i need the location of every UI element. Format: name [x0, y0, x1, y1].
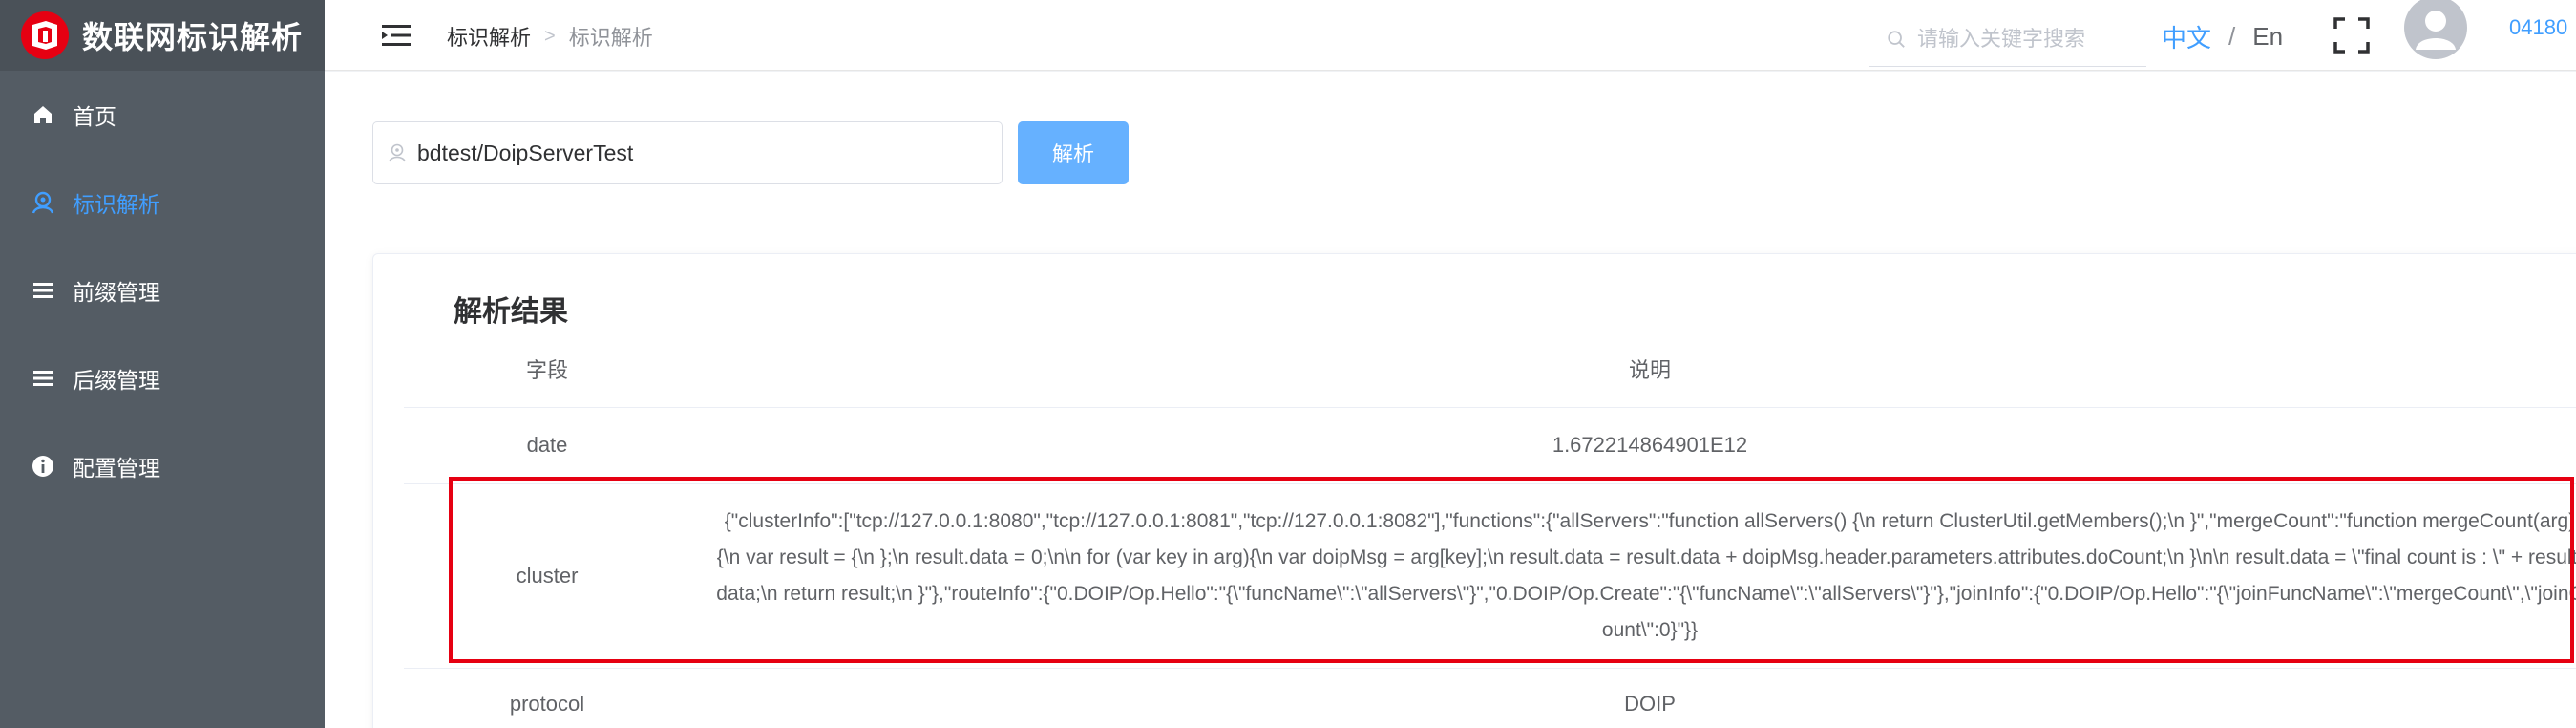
resolve-button[interactable]: 解析 [1018, 121, 1129, 184]
sidebar-item-identifier-resolution[interactable]: 标识解析 [0, 159, 325, 246]
menu-toggle-icon[interactable] [382, 23, 411, 48]
lang-english-option[interactable]: En [2252, 22, 2283, 52]
breadcrumb: 标识解析 > 标识解析 [447, 21, 653, 52]
identifier-icon [389, 143, 406, 162]
lang-chinese-option[interactable]: 中文 [2162, 19, 2211, 54]
result-table: 字段 说明 date 1.672214864901E12 cluster {"c… [404, 331, 2576, 728]
app-logo[interactable]: 数联网标识解析 [0, 0, 325, 71]
list-icon [31, 278, 55, 303]
sidebar-item-label: 配置管理 [73, 456, 160, 481]
value-cell: {"clusterInfo":["tcp://127.0.0.1:8080","… [690, 483, 2576, 669]
avatar[interactable] [2404, 0, 2467, 59]
identifier-input[interactable] [417, 139, 990, 166]
breadcrumb-item[interactable]: 标识解析 [447, 21, 531, 52]
value-cell: DOIP [690, 668, 2576, 728]
home-icon [31, 102, 55, 127]
lang-separator: / [2228, 22, 2236, 51]
sidebar-item-label: 后缀管理 [73, 368, 160, 393]
search-icon [1888, 30, 1905, 48]
field-cell: cluster [404, 483, 690, 669]
column-header-field: 字段 [404, 331, 690, 408]
field-cell: date [404, 407, 690, 484]
app-title: 数联网标识解析 [82, 20, 304, 54]
identifier-input-box [372, 121, 1003, 184]
main-content: 解析 解析结果 字段 说明 date 1.672214864901E12 clu… [325, 72, 2576, 728]
result-card: 解析结果 字段 说明 date 1.672214864901E12 cluste… [372, 253, 2576, 728]
identifier-search-icon [31, 190, 55, 215]
list-icon [31, 366, 55, 391]
value-cell: 1.672214864901E12 [690, 407, 2576, 484]
user-avatar-icon [2416, 11, 2456, 50]
info-icon [31, 454, 55, 479]
fullscreen-icon[interactable] [2333, 17, 2370, 54]
search-box [1869, 11, 2146, 67]
column-header-description: 说明 [690, 331, 2576, 408]
sidebar-item-label: 标识解析 [73, 192, 160, 217]
language-switcher: 中文 / En [2162, 19, 2283, 54]
table-row: protocol DOIP [404, 668, 2576, 728]
sidebar-item-suffix-management[interactable]: 后缀管理 [0, 334, 325, 422]
table-row: cluster {"clusterInfo":["tcp://127.0.0.1… [404, 483, 2576, 669]
sidebar-item-home[interactable]: 首页 [0, 71, 325, 159]
result-title: 解析结果 [454, 296, 568, 328]
table-row: date 1.672214864901E12 [404, 407, 2576, 484]
sidebar-item-prefix-management[interactable]: 前缀管理 [0, 246, 325, 334]
sidebar-item-config-management[interactable]: 配置管理 [0, 422, 325, 510]
breadcrumb-separator-icon: > [544, 25, 556, 47]
table-header-row: 字段 说明 [404, 331, 2576, 408]
breadcrumb-item-current: 标识解析 [568, 26, 653, 50]
sidebar: 数联网标识解析 首页 标识解析 前缀管理 后缀管理 配置管理 [0, 0, 325, 728]
username[interactable]: 04180 [2509, 15, 2567, 40]
field-cell: protocol [404, 668, 690, 728]
search-input[interactable] [1917, 26, 2146, 52]
sidebar-item-label: 首页 [73, 104, 116, 129]
sidebar-item-label: 前缀管理 [73, 280, 160, 305]
top-header: 标识解析 > 标识解析 中文 / En 04180 [325, 0, 2576, 71]
logo-icon [21, 11, 69, 59]
